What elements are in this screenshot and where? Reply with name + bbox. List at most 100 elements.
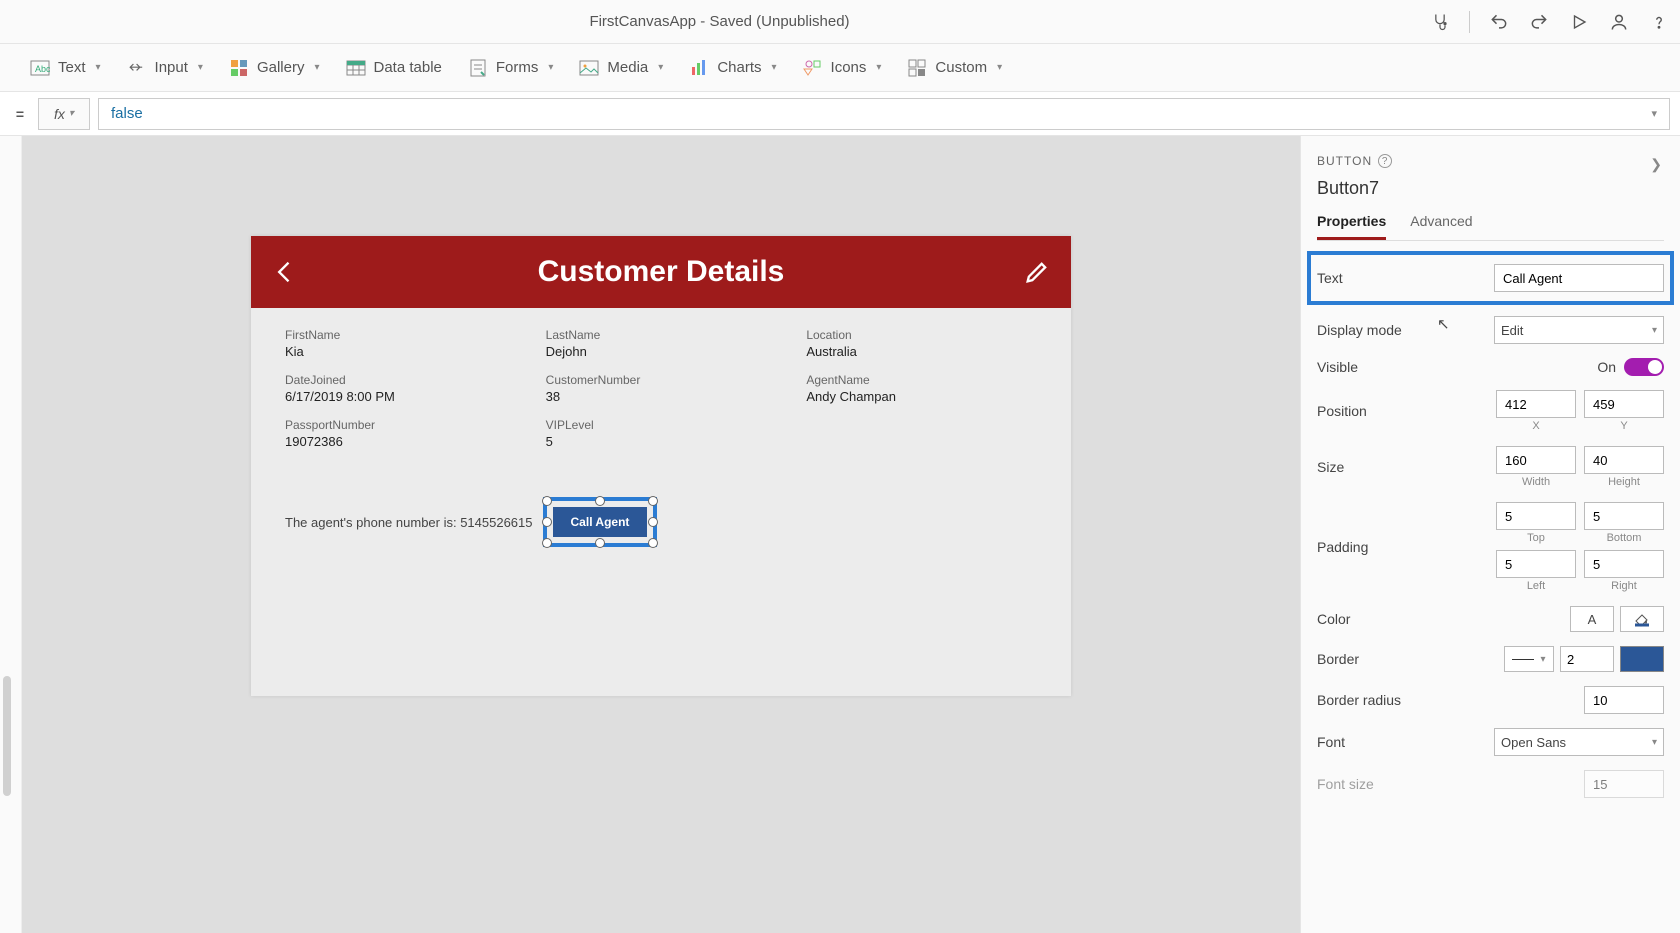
padding-bottom-input[interactable] xyxy=(1584,502,1664,530)
field-value: 5 xyxy=(546,434,777,457)
media-icon xyxy=(579,58,599,78)
field-value: Kia xyxy=(285,344,516,367)
resize-handle[interactable] xyxy=(648,496,658,506)
field-value: Australia xyxy=(806,344,1037,367)
resize-handle[interactable] xyxy=(542,496,552,506)
ribbon-media[interactable]: Media▾ xyxy=(579,58,663,78)
ribbon-gallery[interactable]: Gallery▾ xyxy=(229,58,320,78)
chevron-down-icon: ▾ xyxy=(69,108,74,119)
border-width-input[interactable] xyxy=(1560,646,1614,672)
field-label: VIPLevel xyxy=(546,418,777,432)
prop-size-row: Size WidthHeight xyxy=(1317,439,1664,495)
font-select[interactable]: Open Sans▾ xyxy=(1494,728,1664,756)
border-color-button[interactable] xyxy=(1620,646,1664,672)
width-input[interactable] xyxy=(1496,446,1576,474)
title-actions xyxy=(1429,11,1670,33)
border-style-select[interactable]: ▾ xyxy=(1504,646,1554,672)
chevron-down-icon: ▾ xyxy=(314,62,319,73)
resize-handle[interactable] xyxy=(595,538,605,548)
title-bar: FirstCanvasApp - Saved (Unpublished) xyxy=(0,0,1680,44)
prop-font-row: Font Open Sans▾ xyxy=(1317,721,1664,763)
expand-icon[interactable]: ▾ xyxy=(1651,107,1657,120)
equals-icon: = xyxy=(10,106,30,122)
field-value: 19072386 xyxy=(285,434,516,457)
agent-row: The agent's phone number is: 5145526615 … xyxy=(251,467,1071,577)
ribbon-text[interactable]: Abc Text▾ xyxy=(30,58,101,78)
text-icon: Abc xyxy=(30,58,50,78)
chevron-down-icon: ▾ xyxy=(96,62,101,73)
position-y-input[interactable] xyxy=(1584,390,1664,418)
position-x-input[interactable] xyxy=(1496,390,1576,418)
play-icon[interactable] xyxy=(1568,11,1590,33)
resize-handle[interactable] xyxy=(648,517,658,527)
border-radius-input[interactable] xyxy=(1584,686,1664,714)
font-size-input[interactable] xyxy=(1584,770,1664,798)
prop-displaymode-row: Display mode Edit▾ ↖ xyxy=(1317,309,1664,351)
prop-color-row: Color A xyxy=(1317,599,1664,639)
field-label: LastName xyxy=(546,328,777,342)
collapse-panel-icon[interactable]: ❯ xyxy=(1650,156,1662,173)
fx-selector[interactable]: fx▾ xyxy=(38,98,90,130)
chevron-down-icon: ▾ xyxy=(876,62,881,73)
undo-icon[interactable] xyxy=(1488,11,1510,33)
left-gutter xyxy=(0,136,22,933)
chevron-down-icon: ▾ xyxy=(997,62,1002,73)
chevron-down-icon: ▾ xyxy=(1652,737,1657,748)
fill-color-button[interactable] xyxy=(1620,606,1664,632)
resize-handle[interactable] xyxy=(542,538,552,548)
diagnostics-icon[interactable] xyxy=(1429,11,1451,33)
help-icon[interactable] xyxy=(1648,11,1670,33)
padding-right-input[interactable] xyxy=(1584,550,1664,578)
field-label: AgentName xyxy=(806,373,1037,387)
padding-left-input[interactable] xyxy=(1496,550,1576,578)
chevron-down-icon: ▾ xyxy=(198,62,203,73)
screen-header: Customer Details xyxy=(251,236,1071,308)
prop-label: Color xyxy=(1317,611,1350,627)
resize-handle[interactable] xyxy=(595,496,605,506)
help-icon[interactable]: ? xyxy=(1378,154,1392,168)
ribbon-custom[interactable]: Custom▾ xyxy=(907,58,1002,78)
formula-value: false xyxy=(111,105,143,122)
visible-toggle[interactable] xyxy=(1624,358,1664,376)
font-color-button[interactable]: A xyxy=(1570,606,1614,632)
call-agent-button[interactable]: Call Agent xyxy=(553,507,648,537)
ribbon-charts[interactable]: Charts▾ xyxy=(689,58,776,78)
selection-outline[interactable]: Call Agent xyxy=(543,497,658,547)
padding-top-input[interactable] xyxy=(1496,502,1576,530)
field-value: Andy Champan xyxy=(806,389,1037,412)
toggle-state: On xyxy=(1597,359,1616,375)
formula-bar: = fx▾ false ▾ xyxy=(0,92,1680,136)
ribbon-input[interactable]: Input▾ xyxy=(127,58,203,78)
prop-label: Text xyxy=(1317,270,1343,286)
prop-font-size-row: Font size xyxy=(1317,763,1664,805)
displaymode-select[interactable]: Edit▾ xyxy=(1494,316,1664,344)
field-label: DateJoined xyxy=(285,373,516,387)
ribbon-forms[interactable]: Forms▾ xyxy=(468,58,554,78)
tab-properties[interactable]: Properties xyxy=(1317,213,1386,240)
details-grid: FirstNameKia LastNameDejohn LocationAust… xyxy=(251,308,1071,467)
resize-handle[interactable] xyxy=(648,538,658,548)
tab-advanced[interactable]: Advanced xyxy=(1410,213,1472,240)
redo-icon[interactable] xyxy=(1528,11,1550,33)
edit-icon[interactable] xyxy=(1023,258,1051,286)
canvas-area[interactable]: Customer Details FirstNameKia LastNameDe… xyxy=(22,136,1300,933)
formula-input[interactable]: false ▾ xyxy=(98,98,1670,130)
text-input[interactable] xyxy=(1494,264,1664,292)
charts-icon xyxy=(689,58,709,78)
ribbon-icons[interactable]: Icons▾ xyxy=(803,58,882,78)
prop-label: Position xyxy=(1317,403,1367,419)
prop-label: Display mode xyxy=(1317,322,1402,338)
height-input[interactable] xyxy=(1584,446,1664,474)
element-type: BUTTON ? xyxy=(1317,154,1664,168)
resize-handle[interactable] xyxy=(542,517,552,527)
person-icon[interactable] xyxy=(1608,11,1630,33)
ribbon-data-table[interactable]: Data table xyxy=(346,58,442,78)
field-label: Location xyxy=(806,328,1037,342)
scrollbar[interactable] xyxy=(3,676,11,796)
screen-title: Customer Details xyxy=(299,255,1023,289)
workspace: Customer Details FirstNameKia LastNameDe… xyxy=(0,136,1680,933)
back-icon[interactable] xyxy=(271,258,299,286)
prop-label: Border xyxy=(1317,651,1359,667)
app-screen: Customer Details FirstNameKia LastNameDe… xyxy=(251,236,1071,696)
gallery-icon xyxy=(229,58,249,78)
